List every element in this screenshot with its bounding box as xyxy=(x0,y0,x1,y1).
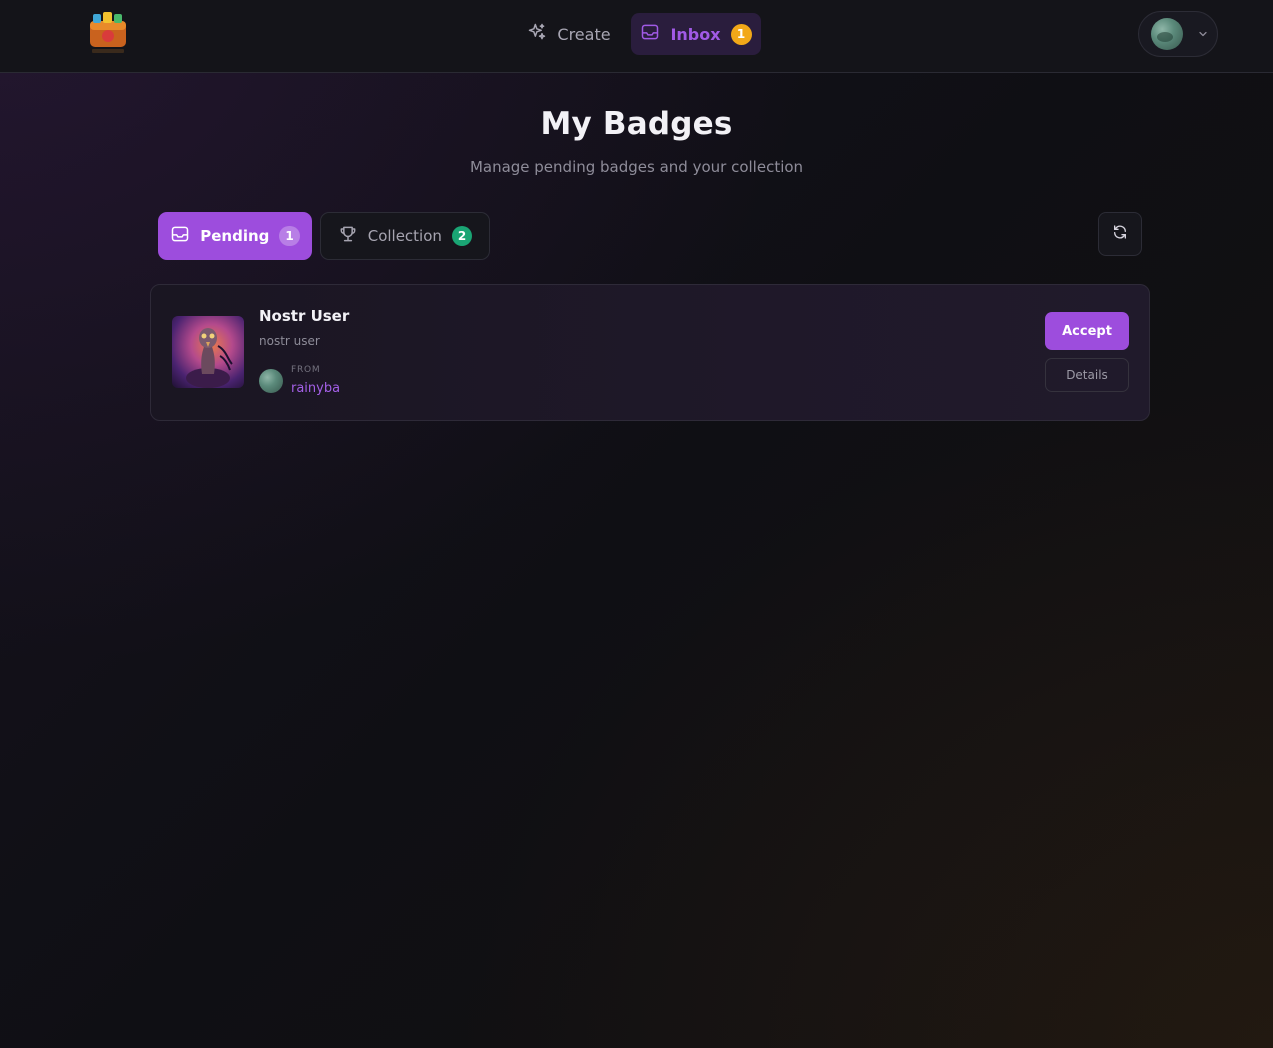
inbox-count-badge: 1 xyxy=(730,23,752,45)
pending-count-badge: 1 xyxy=(279,226,300,246)
inbox-icon xyxy=(170,224,190,248)
inbox-icon xyxy=(640,22,660,46)
page-subtitle: Manage pending badges and your collectio… xyxy=(469,158,804,176)
accept-button[interactable]: Accept xyxy=(1045,312,1129,350)
badge-image[interactable] xyxy=(172,316,244,388)
tab-pending-label: Pending xyxy=(200,227,270,245)
issuer-name-link[interactable]: rainyba xyxy=(291,381,340,396)
tab-pending[interactable]: Pending 1 xyxy=(158,212,312,260)
nav-create-label: Create xyxy=(557,24,611,44)
refresh-icon xyxy=(1112,224,1128,244)
collection-count-badge: 2 xyxy=(451,226,473,246)
nav-create-button[interactable]: Create xyxy=(515,14,623,54)
badge-description: nostr user xyxy=(259,334,320,348)
user-avatar xyxy=(1151,18,1183,50)
tab-collection-label: Collection xyxy=(367,227,442,245)
sparkles-icon xyxy=(527,22,547,46)
page-title: My Badges xyxy=(540,106,733,142)
badgebox-logo[interactable] xyxy=(86,11,130,57)
user-menu-button[interactable] xyxy=(1138,11,1218,57)
details-button[interactable]: Details xyxy=(1045,358,1129,392)
badge-name: Nostr User xyxy=(259,307,350,325)
pending-badge-card: Nostr User nostr user FROM rainyba Accep… xyxy=(150,284,1150,421)
top-navigation-bar: Create Inbox 1 xyxy=(0,0,1273,73)
tab-collection[interactable]: Collection 2 xyxy=(320,212,490,260)
from-label: FROM xyxy=(291,365,321,375)
trophy-icon xyxy=(338,224,358,248)
issuer-avatar[interactable] xyxy=(259,369,283,393)
nav-inbox-button[interactable]: Inbox 1 xyxy=(631,13,761,55)
nav-inbox-label: Inbox xyxy=(670,24,721,44)
refresh-button[interactable] xyxy=(1098,212,1142,256)
chevron-down-icon xyxy=(1197,25,1209,44)
